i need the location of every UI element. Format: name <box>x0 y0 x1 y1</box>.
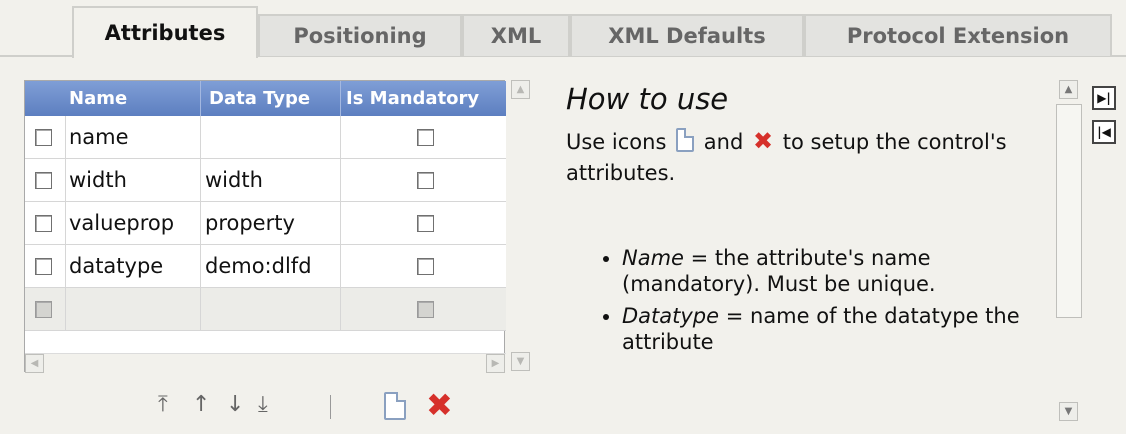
tab-xml-defaults[interactable]: XML Defaults <box>570 14 804 56</box>
cell-name[interactable]: name <box>69 116 199 158</box>
tab-positioning[interactable]: Positioning <box>258 14 462 56</box>
help-vertical-scrollbar[interactable]: ▲ ▼ <box>1056 80 1082 426</box>
tab-attributes[interactable]: Attributes <box>72 6 258 58</box>
move-down-icon[interactable]: ↓ <box>226 392 244 417</box>
move-up-icon[interactable]: ↑ <box>192 392 210 417</box>
cell-name[interactable]: valueprop <box>69 202 199 244</box>
scroll-down-icon[interactable]: ▼ <box>511 352 530 371</box>
mandatory-checkbox[interactable] <box>417 245 434 287</box>
cell-data-type[interactable] <box>205 116 337 158</box>
column-header-name[interactable]: Name <box>69 81 199 116</box>
table-row[interactable]: name <box>25 116 506 159</box>
tab-xml[interactable]: XML <box>462 14 570 56</box>
row-select-checkbox[interactable] <box>35 202 52 244</box>
row-select-checkbox[interactable] <box>35 245 52 287</box>
scroll-left-icon[interactable]: ◀ <box>25 354 44 373</box>
list-item: Datatype = name of the datatype the attr… <box>622 303 1046 355</box>
attributes-grid: Name Data Type Is Mandatory name width w… <box>24 80 506 373</box>
toolbar-separator <box>330 395 331 419</box>
scroll-down-icon[interactable]: ▼ <box>1059 402 1078 421</box>
help-bullet-list: Name = the attribute's name (mandatory).… <box>566 245 1046 355</box>
mandatory-checkbox[interactable] <box>417 116 434 158</box>
row-select-checkbox[interactable] <box>35 159 52 201</box>
move-bottom-icon[interactable]: ⤓ <box>258 392 268 417</box>
help-title: How to use <box>566 82 729 116</box>
column-header-is-mandatory[interactable]: Is Mandatory <box>346 81 506 116</box>
row-select-checkbox <box>35 288 52 330</box>
delete-icon: ✖ <box>752 127 774 155</box>
mandatory-checkbox[interactable] <box>417 202 434 244</box>
scroll-right-icon[interactable]: ▶ <box>486 354 505 373</box>
new-document-icon[interactable] <box>384 392 406 420</box>
scrollbar-thumb[interactable] <box>1056 104 1082 318</box>
grid-header: Name Data Type Is Mandatory <box>25 81 506 116</box>
new-document-icon <box>676 128 695 152</box>
table-row[interactable]: width width <box>25 159 506 202</box>
expand-panel-icon[interactable]: ▶| <box>1092 86 1116 110</box>
cell-data-type[interactable]: width <box>205 159 337 201</box>
collapse-panel-icon[interactable]: |◀ <box>1092 120 1116 144</box>
mandatory-checkbox[interactable] <box>417 159 434 201</box>
scroll-up-icon[interactable]: ▲ <box>511 80 530 99</box>
new-row-placeholder[interactable] <box>25 288 506 331</box>
delete-icon[interactable]: ✖ <box>426 386 453 424</box>
help-intro: Use icons and ✖ to setup the control's a… <box>566 127 1007 185</box>
help-panel: How to use Use icons and ✖ to setup the … <box>566 82 1046 422</box>
grid-vertical-scrollbar[interactable]: ▲ ▼ <box>509 80 531 372</box>
cell-name[interactable]: datatype <box>69 245 199 287</box>
cell-name[interactable]: width <box>69 159 199 201</box>
cell-data-type[interactable]: demo:dlfd <box>205 245 338 287</box>
grid-horizontal-scrollbar[interactable]: ◀ ▶ <box>25 353 506 373</box>
mandatory-checkbox <box>417 288 434 330</box>
column-header-data-type[interactable]: Data Type <box>209 81 339 116</box>
scroll-up-icon[interactable]: ▲ <box>1059 80 1078 99</box>
list-item: Name = the attribute's name (mandatory).… <box>622 245 1046 297</box>
tab-protocol-extension[interactable]: Protocol Extension <box>804 14 1112 56</box>
table-row[interactable]: valueprop property <box>25 202 506 245</box>
cell-data-type[interactable]: property <box>205 202 337 244</box>
move-top-icon[interactable]: ⤒ <box>158 392 168 417</box>
table-row[interactable]: datatype demo:dlfd <box>25 245 506 288</box>
row-select-checkbox[interactable] <box>35 116 52 158</box>
